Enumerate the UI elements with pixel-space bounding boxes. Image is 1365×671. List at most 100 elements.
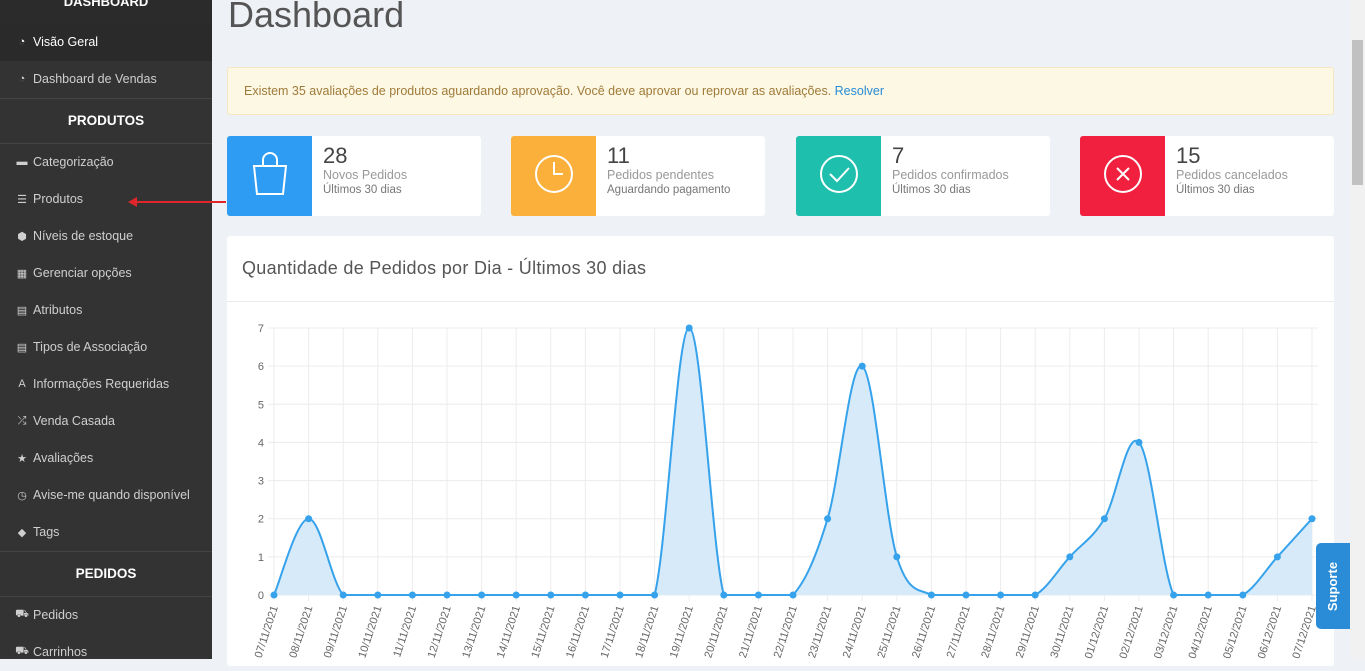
x-tick-label: 09/11/2021 [322,604,350,659]
data-point [305,515,313,523]
stat-number: 15 [1176,143,1201,168]
y-tick-label: 5 [258,399,264,411]
sidebar-item-label: Visão Geral [33,35,99,49]
sidebar-item-avise-me-quando-disponivel[interactable]: ◷ Avise-me quando disponível [0,477,212,514]
alert-pending-reviews: Existem 35 avaliações de produtos aguard… [227,67,1334,115]
x-tick-label: 24/11/2021 [841,604,869,659]
x-tick-label: 04/12/2021 [1187,604,1215,660]
sidebar-item-label: Pedidos [33,608,79,622]
stat-number: 11 [607,143,630,168]
y-tick-label: 4 [258,437,264,449]
font-icon: A [18,378,26,390]
data-point [927,591,935,599]
clock-icon: ◷ [17,489,27,502]
data-point [1100,515,1108,523]
x-tick-label: 17/11/2021 [599,604,627,659]
stat-card-novos-pedidos[interactable]: 28 Novos Pedidos Últimos 30 dias [227,136,481,216]
data-point [893,553,901,561]
data-point [997,591,1005,599]
speedometer-icon: ◔ [18,73,26,85]
x-tick-label: 22/11/2021 [772,604,800,659]
data-point [651,591,659,599]
sidebar-item-informacoes-requeridas[interactable]: A Informações Requeridas [0,366,212,403]
data-point [1204,591,1212,599]
sidebar-item-label: Atributos [33,303,83,317]
table-icon: ▤ [16,304,28,317]
sidebar-item-label: Tipos de Associação [33,340,148,354]
sidebar-section-produtos: PRODUTOS [0,98,212,144]
sidebar-section-pedidos: PEDIDOS [0,551,212,597]
sidebar-item-atributos[interactable]: ▤ Atributos [0,292,212,329]
x-tick-label: 13/11/2021 [460,604,488,659]
sidebar: DASHBOARD ◔ Visão Geral ◔ Dashboard de Vend… [0,0,212,659]
data-point [1135,438,1143,446]
stat-subtitle: Últimos 30 dias [1176,184,1255,196]
stat-label: Pedidos confirmados [892,168,1009,182]
sidebar-item-tags[interactable]: ◆ Tags [0,514,212,551]
sidebar-item-label: Dashboard de Vendas [33,72,157,86]
scrollbar-thumb[interactable] [1352,40,1363,185]
x-tick-label: 23/11/2021 [806,604,834,659]
sidebar-item-label: Tags [33,525,60,539]
data-point [685,324,693,332]
orders-per-day-chart: 0 1 2 3 4 5 6 7 07/11/2021 08/11/2021 09/11/2021 10… [253,323,1319,660]
stat-subtitle: Últimos 30 dias [323,184,402,196]
sidebar-item-produtos[interactable]: ☰ Produtos [0,181,212,218]
x-tick-label: 07/12/2021 [1290,604,1318,660]
stat-number: 7 [892,143,905,168]
stat-card-pedidos-pendentes[interactable]: 11 Pedidos pendentes Aguardando pagamento [511,136,765,216]
cart-icon: ⛟ [15,645,29,657]
stat-icon-box [227,136,312,216]
x-tick-label: 12/11/2021 [426,604,454,659]
y-tick-label: 6 [258,361,264,373]
resolve-link[interactable]: Resolver [835,84,884,98]
sidebar-item-categorizacao[interactable]: ▬ Categorização [0,144,212,181]
data-point [1239,591,1247,599]
stat-card-pedidos-confirmados[interactable]: 7 Pedidos confirmados Últimos 30 dias [796,136,1050,216]
x-tick-label: 20/11/2021 [702,604,730,659]
x-tick-label: 27/11/2021 [945,604,973,659]
grid-icon: ▦ [16,267,28,280]
x-tick-label: 02/12/2021 [1117,604,1145,660]
x-tick-label: 19/11/2021 [668,604,696,659]
sidebar-item-tipos-de-associacao[interactable]: ▤ Tipos de Associação [0,329,212,366]
shopping-bag-icon [248,150,292,203]
tag-icon: ◆ [17,526,27,539]
sidebar-item-label: Avaliações [33,451,94,465]
main-content: Dashboard Existem 35 avaliações de produ… [212,0,1350,666]
sidebar-item-niveis-de-estoque[interactable]: ⬢ Níveis de estoque [0,218,212,255]
sidebar-item-label: Categorização [33,155,114,169]
x-tick-label: 05/12/2021 [1221,604,1249,660]
sidebar-item-label: Carrinhos [33,645,88,659]
x-tick-label: 10/11/2021 [356,604,384,659]
stat-icon-box [511,136,596,216]
sidebar-item-avaliacoes[interactable]: ★ Avaliações [0,440,212,477]
stat-card-pedidos-cancelados[interactable]: 15 Pedidos cancelados Últimos 30 dias [1080,136,1334,216]
sidebar-item-carrinhos[interactable]: ⛟ Carrinhos [0,634,212,671]
alert-text: Existem 35 avaliações de produtos aguard… [244,84,832,98]
stat-text: 28 Novos Pedidos Últimos 30 dias [312,136,407,216]
data-point [547,591,555,599]
cart-icon: ⛟ [15,608,29,620]
stat-number: 28 [323,143,348,168]
star-icon: ★ [17,452,27,465]
clock-icon [532,152,576,201]
sidebar-item-label: Informações Requeridas [33,377,170,391]
folder-icon: ▬ [16,156,28,168]
sidebar-item-label: Produtos [33,192,84,206]
sidebar-item-pedidos[interactable]: ⛟ Pedidos [0,597,212,634]
support-button[interactable]: Suporte [1316,543,1350,629]
stat-text: 15 Pedidos cancelados Últimos 30 dias [1165,136,1288,216]
x-tick-label: 06/12/2021 [1256,604,1284,660]
sidebar-item-visao-geral[interactable]: ◔ Visão Geral [0,24,212,61]
shuffle-icon: ⤮ [17,414,27,427]
chart-title: Quantidade de Pedidos por Dia - Últimos … [227,236,1334,302]
sidebar-item-dashboard-de-vendas[interactable]: ◔ Dashboard de Vendas [0,61,212,98]
sidebar-item-gerenciar-opcoes[interactable]: ▦ Gerenciar opções [0,255,212,292]
data-point [789,591,797,599]
sidebar-item-venda-casada[interactable]: ⤮ Venda Casada [0,403,212,440]
data-point [270,591,278,599]
x-tick-label: 15/11/2021 [529,604,557,659]
x-tick-label: 16/11/2021 [564,604,592,659]
sidebar-item-label: Venda Casada [33,414,116,428]
